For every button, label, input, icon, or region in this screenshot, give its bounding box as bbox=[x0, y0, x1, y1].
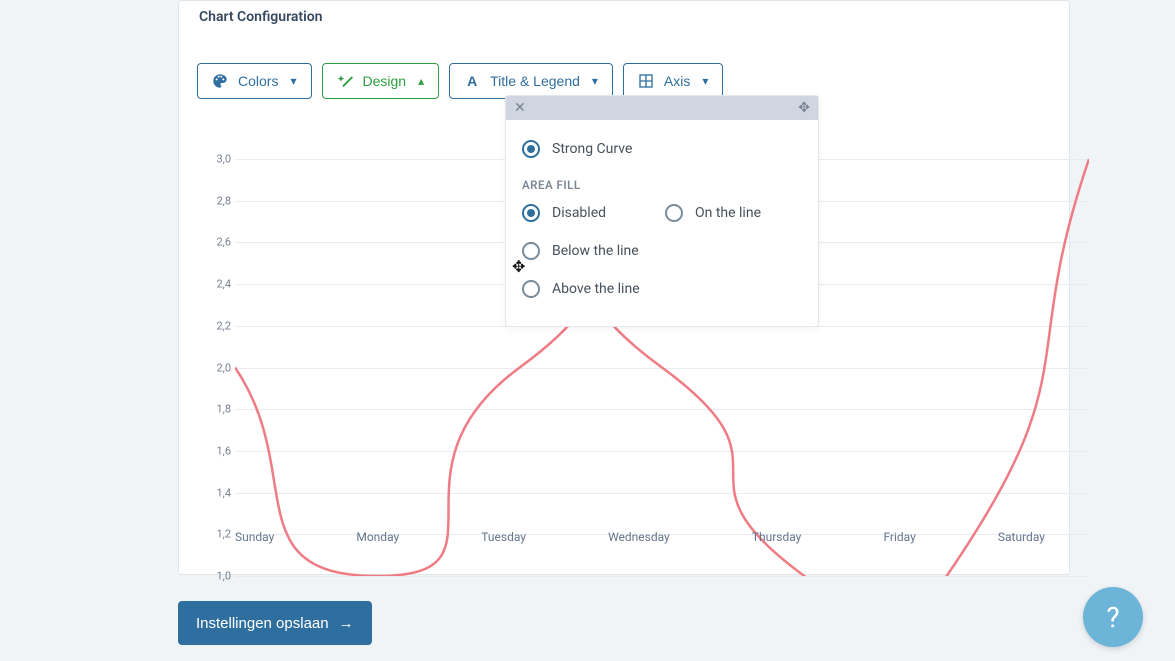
x-tick-label: Thursday bbox=[752, 530, 802, 544]
gridline bbox=[235, 576, 1089, 577]
x-tick-label: Monday bbox=[356, 530, 399, 544]
radio-label: Below the line bbox=[552, 243, 639, 259]
radio-icon bbox=[665, 204, 683, 222]
radio-label: On the line bbox=[695, 205, 761, 221]
y-tick-label: 3,0 bbox=[201, 153, 231, 166]
help-icon: ? bbox=[1106, 601, 1119, 634]
chevron-down-icon: ▾ bbox=[290, 74, 296, 88]
area-fill-header: AREA FILL bbox=[522, 178, 802, 192]
y-tick-label: 1,8 bbox=[201, 403, 231, 416]
wand-icon bbox=[337, 73, 353, 89]
y-tick-label: 1,6 bbox=[201, 444, 231, 457]
radio-area-below-line[interactable]: Below the line bbox=[522, 232, 659, 270]
design-label: Design bbox=[363, 73, 407, 89]
help-fab[interactable]: ? bbox=[1083, 587, 1143, 647]
radio-label: Disabled bbox=[552, 205, 606, 221]
y-tick-label: 1,4 bbox=[201, 486, 231, 499]
arrow-right-icon: → bbox=[339, 615, 354, 632]
move-icon[interactable]: ✥ bbox=[798, 100, 810, 116]
y-tick-label: 2,2 bbox=[201, 319, 231, 332]
axis-button[interactable]: Axis ▾ bbox=[623, 63, 723, 99]
radio-icon bbox=[522, 280, 540, 298]
save-settings-button[interactable]: Instellingen opslaan → bbox=[178, 601, 372, 645]
save-label: Instellingen opslaan bbox=[196, 615, 329, 632]
colors-label: Colors bbox=[238, 73, 278, 89]
radio-area-on-line[interactable]: On the line bbox=[665, 194, 802, 232]
y-tick-label: 2,0 bbox=[201, 361, 231, 374]
radio-icon bbox=[522, 140, 540, 158]
colors-button[interactable]: Colors ▾ bbox=[197, 63, 312, 99]
y-tick-label: 1,0 bbox=[201, 570, 231, 583]
radio-strong-curve[interactable]: Strong Curve bbox=[522, 130, 802, 168]
design-dropdown-panel: ✕ ✥ Strong Curve AREA FILL Disabled On t… bbox=[505, 95, 819, 327]
grid-icon bbox=[638, 73, 654, 89]
type-icon: A bbox=[464, 73, 480, 89]
x-tick-label: Tuesday bbox=[481, 530, 526, 544]
panel-header[interactable]: ✕ ✥ bbox=[506, 96, 818, 120]
move-cursor-icon: ✥ bbox=[512, 257, 525, 276]
radio-icon bbox=[522, 204, 540, 222]
radio-label: Above the line bbox=[552, 281, 640, 297]
chevron-down-icon: ▾ bbox=[702, 74, 708, 88]
x-tick-label: Friday bbox=[883, 530, 915, 544]
title-legend-button[interactable]: A Title & Legend ▾ bbox=[449, 63, 613, 99]
design-button[interactable]: Design ▴ bbox=[322, 63, 440, 99]
chevron-down-icon: ▾ bbox=[592, 74, 598, 88]
close-icon[interactable]: ✕ bbox=[514, 100, 526, 116]
y-tick-label: 2,8 bbox=[201, 194, 231, 207]
radio-area-above-line[interactable]: Above the line bbox=[522, 270, 659, 308]
axis-label: Axis bbox=[664, 73, 690, 89]
y-tick-label: 2,4 bbox=[201, 278, 231, 291]
title-legend-label: Title & Legend bbox=[490, 73, 580, 89]
x-tick-label: Saturday bbox=[998, 530, 1045, 544]
x-axis-labels: Sunday Monday Tuesday Wednesday Thursday Frid… bbox=[235, 530, 1045, 544]
y-tick-label: 2,6 bbox=[201, 236, 231, 249]
y-tick-label: 1,2 bbox=[201, 528, 231, 541]
x-tick-label: Wednesday bbox=[608, 530, 670, 544]
palette-icon bbox=[212, 73, 228, 89]
x-tick-label: Sunday bbox=[235, 530, 274, 544]
radio-label: Strong Curve bbox=[552, 141, 632, 157]
chevron-up-icon: ▴ bbox=[418, 74, 424, 88]
chart-config-card: Chart Configuration Colors ▾ Design ▴ A … bbox=[178, 0, 1070, 575]
radio-area-disabled[interactable]: Disabled bbox=[522, 194, 659, 232]
card-title: Chart Configuration bbox=[179, 1, 1069, 37]
